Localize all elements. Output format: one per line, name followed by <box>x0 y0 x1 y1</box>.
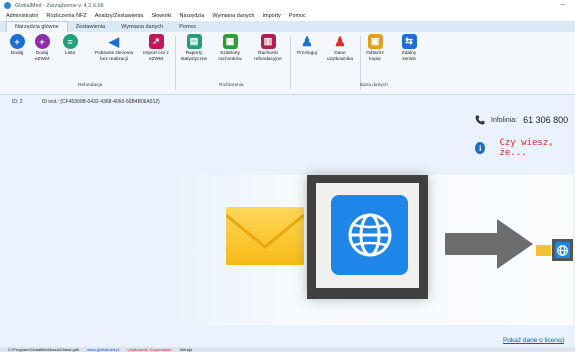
ribbon: + Dodaj + Dodaj eZWM ≡ Lista ◀ Pobranie … <box>0 32 575 95</box>
menu-narzedzia[interactable]: Narzędzia <box>176 13 209 19</box>
status-extra: Wersja <box>179 347 192 352</box>
invoice-icon: ▥ <box>260 34 276 49</box>
raporty-button[interactable]: ▤ Raporty statystyczne <box>178 34 210 63</box>
ribbon-separator <box>360 36 361 90</box>
app-icon <box>4 2 11 9</box>
menu-wymiana-danych[interactable]: Wymiana danych <box>208 13 258 19</box>
plus-icon: + <box>9 34 25 49</box>
menu-slowniki[interactable]: Słowniki <box>147 13 175 19</box>
czy-wiesz-text: Czy wiesz, że... <box>499 138 554 158</box>
szablony-rachunkow-button[interactable]: ▦ Szablony rachunków <box>213 34 247 63</box>
globe-small-frame <box>552 239 573 261</box>
przeloguj-button[interactable]: ♟ Przeloguj <box>294 34 320 57</box>
arrow-right-icon <box>445 219 533 269</box>
dodaj-button[interactable]: + Dodaj <box>6 34 28 57</box>
menu-pomoc[interactable]: Pomoc <box>285 13 310 19</box>
main-area: ID: 2 ID inst.: {CF45300B-0432-4368-4060… <box>0 95 575 347</box>
dane-uzytkownika-button[interactable]: ♟ Dane użytkownika <box>324 34 356 63</box>
envelope-small-icon <box>536 245 551 256</box>
menu-importy[interactable]: Importy <box>258 13 284 19</box>
globe-icon <box>331 195 408 275</box>
tab-pomoc[interactable]: Pomoc <box>171 22 204 32</box>
restore-icon: ▣ <box>367 34 383 49</box>
status-site[interactable]: www.globalmed.pl <box>87 347 119 352</box>
pobranie-zlecenia-button[interactable]: ◀ Pobranie zlecenia bez realizacji <box>92 34 136 63</box>
window-title: GlobalMed - Zarządzenie v. 4.2.6.68 <box>15 2 104 9</box>
user-icon: ♟ <box>301 33 313 49</box>
envelope-icon <box>226 207 304 265</box>
ribbon-separator <box>175 36 176 90</box>
infolinia-number: 61 306 800 <box>523 115 569 125</box>
info-icon: i <box>475 142 486 154</box>
zoom-illustration <box>173 175 573 325</box>
dodaj-ezwm-button[interactable]: + Dodaj eZWM <box>30 34 54 63</box>
plus-icon: + <box>34 34 50 49</box>
menu-administrator[interactable]: Administrator <box>0 13 42 19</box>
globe-zoom-frame <box>307 175 428 299</box>
licencja-link[interactable]: Pokaż dane o licencji <box>503 337 564 344</box>
group-baza-danych: Baza danych <box>360 83 388 88</box>
id-row: ID: 2 ID inst.: {CF45300B-0432-4368-4060… <box>12 99 178 105</box>
tab-narzedzia-glowne[interactable]: Narzędzia główne <box>6 21 68 32</box>
status-path: C:\Program\GlobalMed\baza\Global.gdb <box>8 347 80 352</box>
group-rozliczenia: Rozliczenia <box>219 83 244 88</box>
id-inst: ID inst.: {CF45300B-0432-4368-4060-56B4B… <box>41 99 160 105</box>
odtworz-kopie-button[interactable]: ▣ Odtwórz kopię <box>362 34 388 63</box>
template-icon: ▦ <box>222 34 238 49</box>
remote-icon: ⇆ <box>401 34 417 49</box>
globe-small-icon <box>555 242 570 258</box>
phone-icon <box>475 115 485 125</box>
status-bar: C:\Program\GlobalMed\baza\Global.gdb www… <box>0 347 575 352</box>
tab-wymiana-danych[interactable]: Wymiana danych <box>113 22 171 32</box>
import-csv-button[interactable]: ↗ Import csv z eZWM <box>140 34 172 63</box>
report-icon: ▤ <box>186 34 202 49</box>
menu-bar: Administrator Rozliczenia NFZ Analizy/Ze… <box>0 11 575 21</box>
title-bar: GlobalMed - Zarządzenie v. 4.2.6.68 – <box>0 0 575 11</box>
group-refundacja: Refundacja <box>78 83 103 88</box>
zdalny-serwis-button[interactable]: ⇆ Zdalny serwis <box>397 34 421 63</box>
infolinia: Infolinia: 61 306 800 <box>475 115 568 125</box>
menu-rozliczenia-nfz[interactable]: Rozliczenia NFZ <box>42 13 90 19</box>
id-label: ID: 2 <box>12 99 23 105</box>
tab-zestawienia[interactable]: Zestawienia <box>68 22 113 32</box>
status-user: Użytkownik: Superadmin <box>127 347 172 352</box>
user-data-icon: ♟ <box>334 33 346 49</box>
czy-wiesz[interactable]: i Czy wiesz, że... <box>475 138 575 158</box>
import-icon: ↗ <box>148 34 164 49</box>
rachunki-refundacyjne-button[interactable]: ▥ Rachunki refundacyjne <box>249 34 287 63</box>
infolinia-label: Infolinia: <box>491 116 518 124</box>
lista-button[interactable]: ≡ Lista <box>59 34 81 57</box>
menu-analizy[interactable]: Analizy/Zestawienia <box>91 13 148 19</box>
back-arrow-icon: ◀ <box>109 33 119 49</box>
minimize-button[interactable]: – <box>561 0 565 9</box>
ribbon-separator <box>290 36 291 90</box>
list-icon: ≡ <box>62 34 78 49</box>
